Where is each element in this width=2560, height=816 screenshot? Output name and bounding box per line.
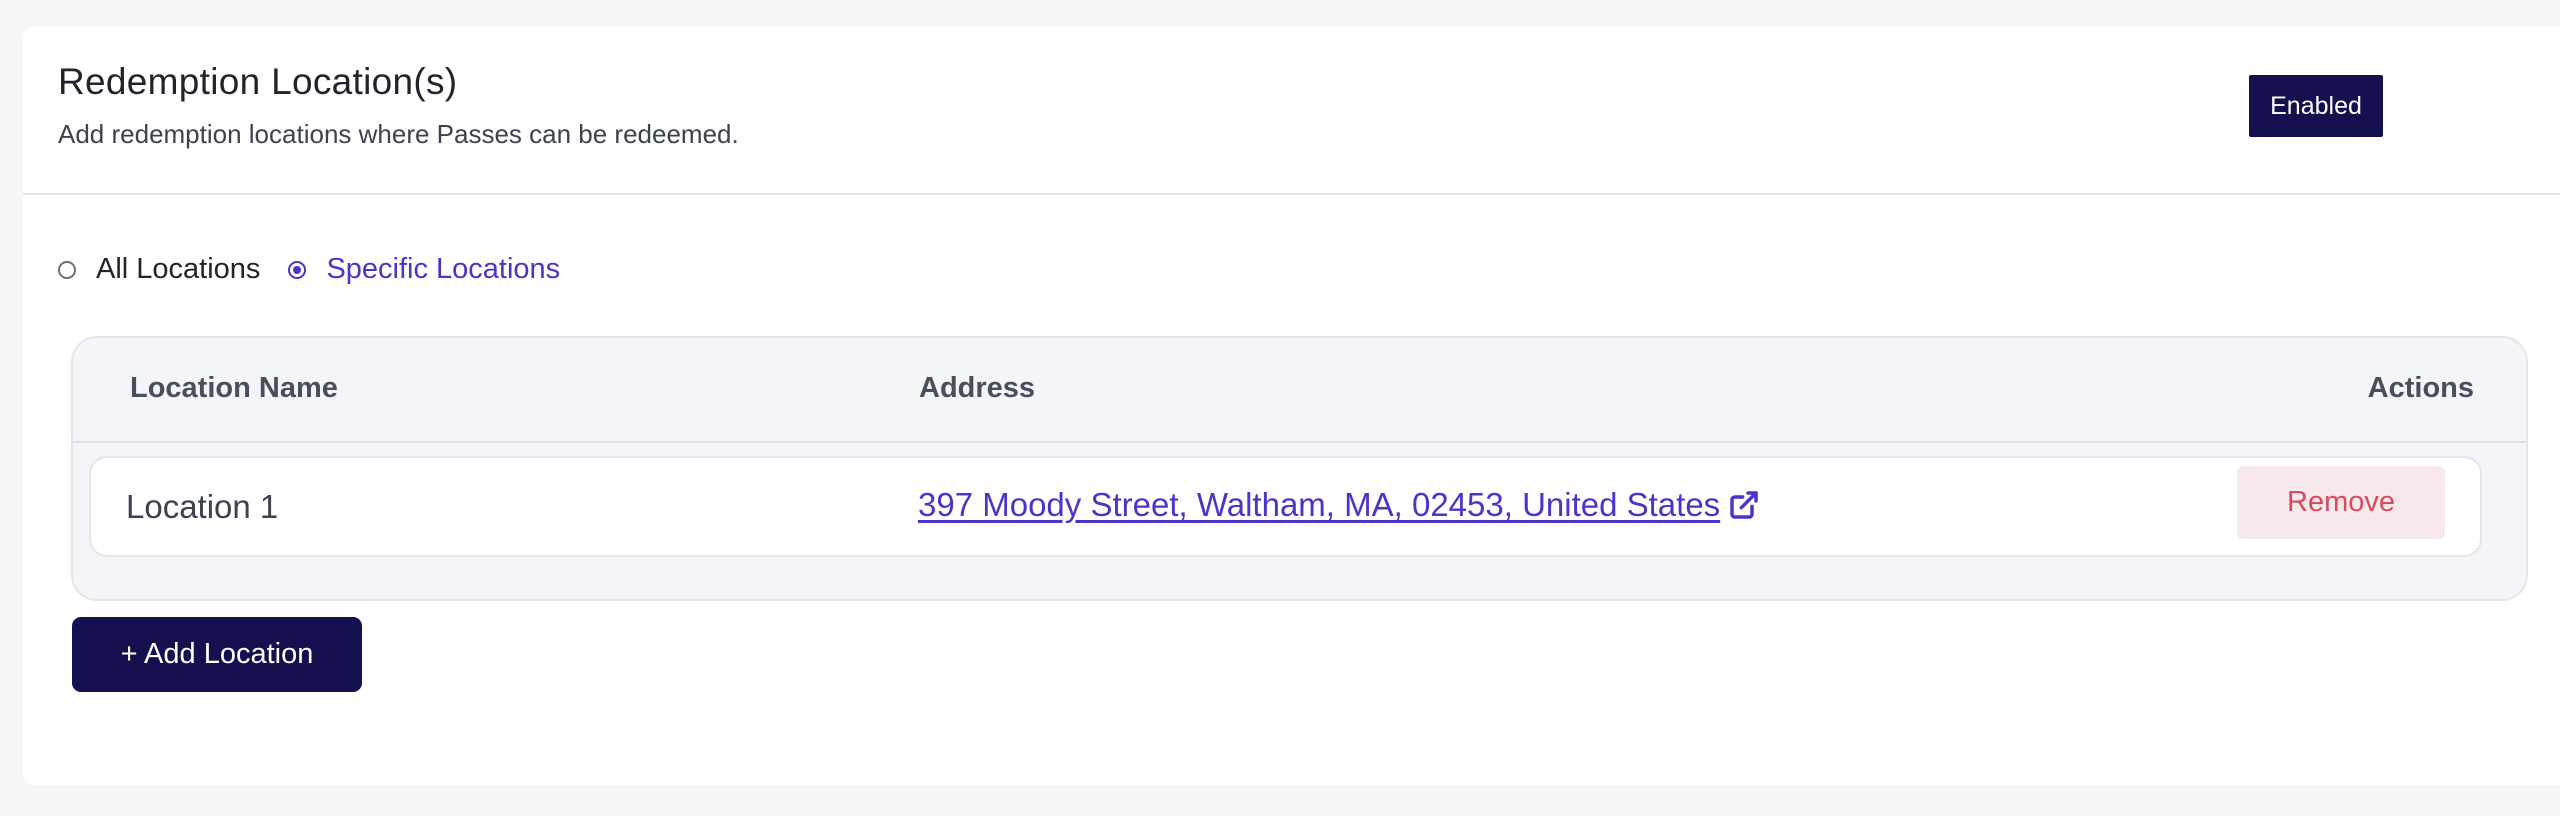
remove-location-button[interactable]: Remove xyxy=(2237,466,2445,539)
address-link[interactable]: 397 Moody Street, Waltham, MA, 02453, Un… xyxy=(918,486,1760,524)
column-header-address: Address xyxy=(919,372,1036,404)
radio-label-all-locations: All Locations xyxy=(96,253,261,285)
enabled-toggle[interactable]: Enabled xyxy=(2249,75,2383,137)
location-name-cell: Location 1 xyxy=(126,488,279,525)
column-header-actions: Actions xyxy=(2367,372,2474,404)
redemption-locations-card: Redemption Location(s) Add redemption lo… xyxy=(23,27,2560,785)
external-link-icon xyxy=(1728,489,1760,521)
radio-all-locations[interactable]: All Locations xyxy=(58,253,260,286)
card-header: Redemption Location(s) Add redemption lo… xyxy=(23,27,2560,195)
radio-label-specific-locations: Specific Locations xyxy=(326,253,561,285)
location-scope-radio-group: All Locations Specific Locations xyxy=(58,253,588,286)
radio-button-checked[interactable] xyxy=(288,260,307,279)
table-row: Location 1 397 Moody Street, Waltham, MA… xyxy=(89,456,2482,557)
locations-table: Location Name Address Actions Location 1… xyxy=(71,336,2528,601)
table-header: Location Name Address Actions xyxy=(73,338,2526,443)
address-link-text: 397 Moody Street, Waltham, MA, 02453, Un… xyxy=(918,486,1721,523)
toggle-enabled-label: Enabled xyxy=(2251,77,2381,135)
radio-specific-locations[interactable]: Specific Locations xyxy=(288,253,560,286)
section-subtitle: Add redemption locations where Passes ca… xyxy=(58,119,739,149)
add-location-button[interactable]: + Add Location xyxy=(72,617,362,692)
radio-button-unchecked[interactable] xyxy=(58,260,76,279)
section-title: Redemption Location(s) xyxy=(58,61,458,102)
column-header-location-name: Location Name xyxy=(130,372,338,404)
